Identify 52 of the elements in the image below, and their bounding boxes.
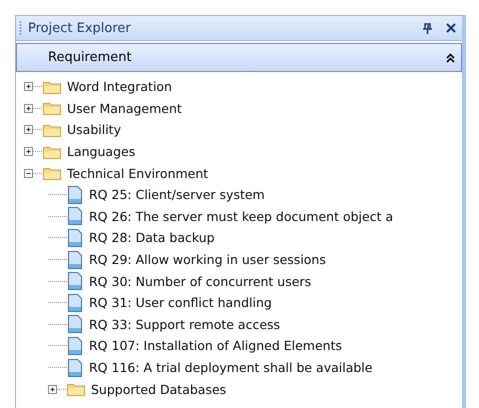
tree-item[interactable]: RQ 28: Data backup xyxy=(89,230,215,246)
pin-icon[interactable] xyxy=(423,22,432,34)
folder-icon xyxy=(43,101,61,116)
expander-icon[interactable] xyxy=(24,147,43,156)
tree-line xyxy=(48,216,67,217)
tree-item[interactable]: Technical Environment xyxy=(67,166,208,181)
expander-icon[interactable] xyxy=(24,168,43,178)
tree-line xyxy=(48,259,67,260)
tree-item[interactable]: RQ 107: Installation of Aligned Elements xyxy=(89,338,342,354)
section-bar[interactable]: Requirement xyxy=(16,43,462,72)
tree-item[interactable]: RQ 33: Support remote access xyxy=(89,316,280,332)
document-icon xyxy=(67,271,83,292)
document-icon xyxy=(67,228,83,248)
expander-icon[interactable] xyxy=(24,82,43,92)
tree-item[interactable]: RQ 30: Number of concurrent users xyxy=(89,274,312,289)
folder-icon xyxy=(67,382,85,396)
expander-icon[interactable] xyxy=(48,384,67,394)
tree-line xyxy=(48,345,67,346)
tree-item[interactable]: Usability xyxy=(67,122,121,138)
tree-item[interactable]: RQ 31: User conflict handling xyxy=(89,295,272,310)
folder-icon xyxy=(43,80,61,94)
document-icon xyxy=(67,358,83,378)
document-icon xyxy=(67,206,83,226)
tree-item[interactable]: RQ 29: Allow working in user sessions xyxy=(89,252,326,268)
document-icon xyxy=(67,250,83,270)
close-icon[interactable] xyxy=(446,23,456,33)
tree-item[interactable]: RQ 116: A trial deployment shall be available xyxy=(89,360,372,376)
panel-title: Project Explorer xyxy=(28,20,132,36)
expander-icon[interactable] xyxy=(24,125,43,134)
document-icon xyxy=(67,292,83,313)
section-title: Requirement xyxy=(48,50,133,65)
folder-icon xyxy=(43,144,61,159)
document-icon xyxy=(67,184,83,205)
document-icon xyxy=(67,336,83,356)
tree-line xyxy=(48,302,67,304)
tree-item[interactable]: Supported Databases xyxy=(91,382,226,397)
grip-icon[interactable] xyxy=(19,20,22,36)
tree-line xyxy=(48,194,67,196)
tree-item[interactable]: RQ 25: Client/server system xyxy=(89,187,265,202)
folder-icon xyxy=(43,122,61,137)
tree-line xyxy=(48,324,67,325)
tree-line xyxy=(48,280,67,282)
folder-icon xyxy=(43,166,61,180)
tree-item[interactable]: RQ 26: The server must keep document object a xyxy=(89,208,394,224)
tree-item[interactable]: Languages xyxy=(67,144,136,160)
document-icon xyxy=(67,314,83,334)
expander-icon[interactable] xyxy=(24,104,43,113)
tree-line xyxy=(48,237,67,238)
tree-item[interactable]: User Management xyxy=(67,100,182,116)
chevron-icon[interactable] xyxy=(446,52,455,62)
tree-item[interactable]: Word Integration xyxy=(67,79,172,94)
tree-line xyxy=(48,367,67,368)
